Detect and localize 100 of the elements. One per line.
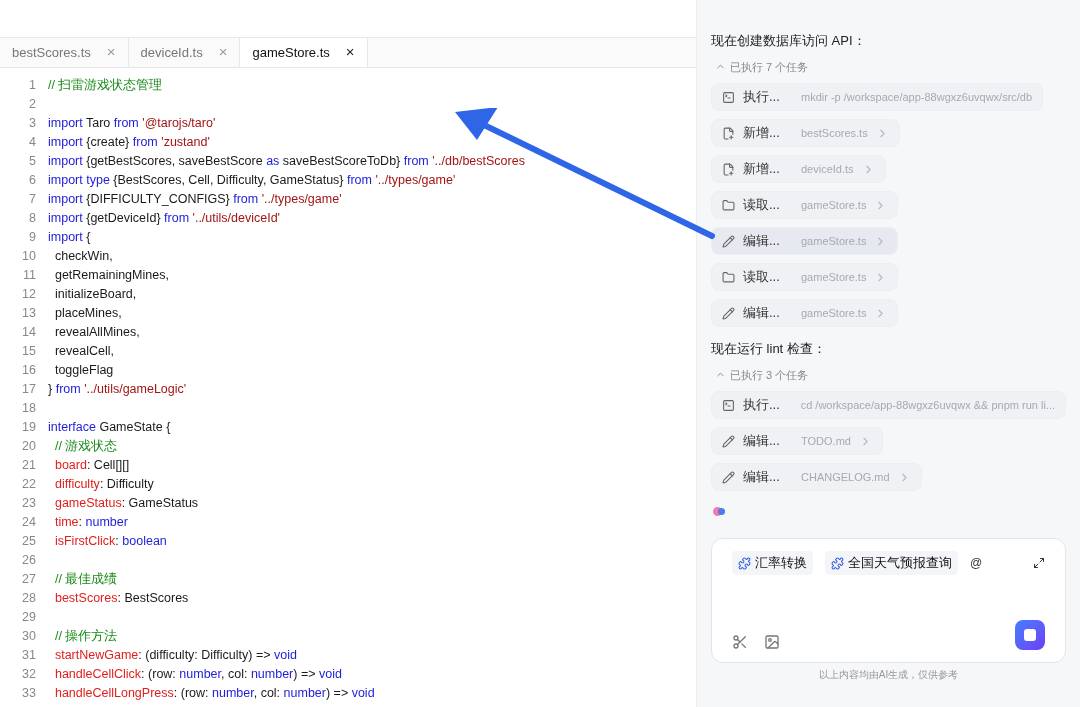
line-number: 26 [21, 552, 36, 569]
task-action: 新增... [743, 124, 781, 143]
line-number: 2 [28, 96, 36, 113]
line-number: 30 [21, 628, 36, 645]
code-line: } from '../utils/gameLogic' [48, 381, 187, 398]
tab-label: bestScores.ts [12, 43, 91, 62]
task-action: 编辑... [743, 232, 781, 251]
task-item[interactable]: 执行... mkdir -p /workspace/app-88wgxz6uvqwx/src/db [711, 83, 1044, 111]
code-line: import {DIFFICULTY_CONFIGS} from '../types/game' [48, 191, 342, 208]
task-detail: mkdir -p /workspace/app-88wgxz6uvqwx/src/db [801, 89, 1033, 105]
line-number: 1 [28, 77, 36, 94]
code-line: handleCellClick: (row: number, col: number) => void [53, 666, 342, 683]
code-line: toggleFlag [53, 362, 114, 379]
task-summary[interactable]: 已执行 7 个任务 [715, 58, 1066, 75]
line-number: 7 [28, 191, 36, 208]
pencil-icon [722, 470, 735, 484]
task-action: 编辑... [743, 304, 781, 323]
tab-label: gameStore.ts [252, 43, 330, 62]
task-action: 编辑... [743, 432, 781, 451]
line-number: 11 [22, 267, 36, 284]
mention-button[interactable]: @ [970, 554, 983, 572]
code-line: import {getDeviceId} from '../utils/deviceId' [48, 210, 280, 227]
folder-icon [722, 198, 735, 212]
task-action: 执行... [743, 88, 781, 107]
folder-icon [722, 270, 735, 284]
line-number: 29 [21, 609, 36, 626]
code-line: difficulty: Difficulty [53, 476, 154, 493]
code-line: board: Cell[][] [53, 457, 130, 474]
code-line: handleCellLongPress: (row: number, col: number) => void [53, 685, 375, 702]
close-button[interactable]: × [345, 41, 355, 64]
line-number: 5 [28, 153, 36, 170]
task-detail: gameStore.ts [801, 233, 867, 249]
line-number: 15 [21, 343, 36, 360]
code-line: startNewGame: (difficulty: Difficulty) => void [53, 647, 297, 664]
image-icon[interactable] [764, 634, 780, 650]
line-number: 12 [21, 286, 36, 303]
file-tab[interactable]: gameStore.ts × [240, 38, 368, 67]
line-number: 24 [21, 514, 36, 531]
task-summary[interactable]: 已执行 3 个任务 [715, 366, 1066, 383]
line-number: 20 [21, 438, 36, 455]
task-item[interactable]: 编辑... gameStore.ts [711, 227, 899, 255]
pencil-icon [722, 306, 735, 320]
task-item[interactable]: 执行... cd /workspace/app-88wgxz6uvqwx && pnpm run li... [711, 391, 1066, 419]
tab-label: deviceId.ts [140, 43, 203, 62]
line-number: 31 [21, 647, 36, 664]
code-line: time: number [53, 514, 128, 531]
task-item[interactable]: 编辑... TODO.md [711, 427, 883, 455]
task-item[interactable]: 编辑... CHANGELOG.md [711, 463, 922, 491]
code-line: getRemainingMines, [53, 267, 169, 284]
code-line: isFirstClick: boolean [53, 533, 167, 550]
code-line: import type {BestScores, Cell, Difficulty, GameStatus} from '../types/game' [48, 172, 456, 189]
code-line: placeMines, [53, 305, 122, 322]
line-number: 14 [21, 324, 36, 341]
task-item[interactable]: 读取... gameStore.ts [711, 191, 899, 219]
code-line: // 扫雷游戏状态管理 [48, 77, 163, 94]
line-number: 18 [21, 400, 36, 417]
expand-icon[interactable] [1033, 557, 1045, 569]
task-detail: CHANGELOG.md [801, 469, 890, 485]
assistant-message: 现在创建数据库访问 API： [711, 32, 867, 50]
task-action: 编辑... [743, 468, 781, 487]
plugin-chip[interactable]: 全国天气预报查询 [825, 551, 958, 575]
line-number: 25 [21, 533, 36, 550]
code-line: bestScores: BestScores [53, 590, 189, 607]
assistant-message: 现在运行 lint 检查： [711, 340, 827, 358]
line-number: 28 [21, 590, 36, 607]
task-item[interactable]: 编辑... gameStore.ts [711, 299, 899, 327]
line-number: 3 [28, 115, 36, 132]
plugin-chip[interactable]: 汇率转换 [732, 551, 813, 575]
line-number: 16 [21, 362, 36, 379]
line-number: 10 [21, 248, 36, 265]
code-line: import { [48, 229, 91, 246]
line-number: 19 [21, 419, 36, 436]
composer-box[interactable]: 汇率转换 全国天气预报查询 @ [711, 538, 1066, 663]
typing-indicator-icon [713, 507, 725, 516]
task-detail: cd /workspace/app-88wgxz6uvqwx && pnpm run li... [800, 397, 1055, 413]
send-button[interactable] [1015, 620, 1045, 650]
code-line: import Taro from '@tarojs/taro' [48, 115, 216, 132]
task-item[interactable]: 读取... gameStore.ts [711, 263, 899, 291]
line-number: 8 [28, 210, 36, 227]
line-number: 4 [28, 134, 36, 151]
line-number: 13 [21, 305, 36, 322]
file-plus-icon [722, 162, 735, 176]
scissors-icon[interactable] [732, 634, 748, 650]
code-line: checkWin, [53, 248, 113, 265]
code-line: revealAllMines, [53, 324, 140, 341]
puzzle-icon [831, 556, 844, 570]
task-detail: bestScores.ts [801, 125, 868, 141]
task-item[interactable]: 新增... bestScores.ts [711, 119, 900, 147]
code-line: interface GameState { [48, 419, 171, 436]
task-item[interactable]: 新增... deviceId.ts [711, 155, 886, 183]
task-action: 读取... [743, 196, 781, 215]
file-tab[interactable]: bestScores.ts × [0, 38, 129, 67]
code-line: initializeBoard, [53, 286, 137, 303]
code-line: import {create} from 'zustand' [48, 134, 210, 151]
code-line: import {getBestScores, saveBestScore as saveBestScoreToDb} from '../db/bestScores [48, 153, 525, 170]
code-line: // 最佳成绩 [53, 571, 118, 588]
line-number: 9 [28, 229, 36, 246]
line-number: 21 [21, 457, 36, 474]
task-detail: gameStore.ts [801, 197, 867, 213]
task-action: 读取... [743, 268, 781, 287]
